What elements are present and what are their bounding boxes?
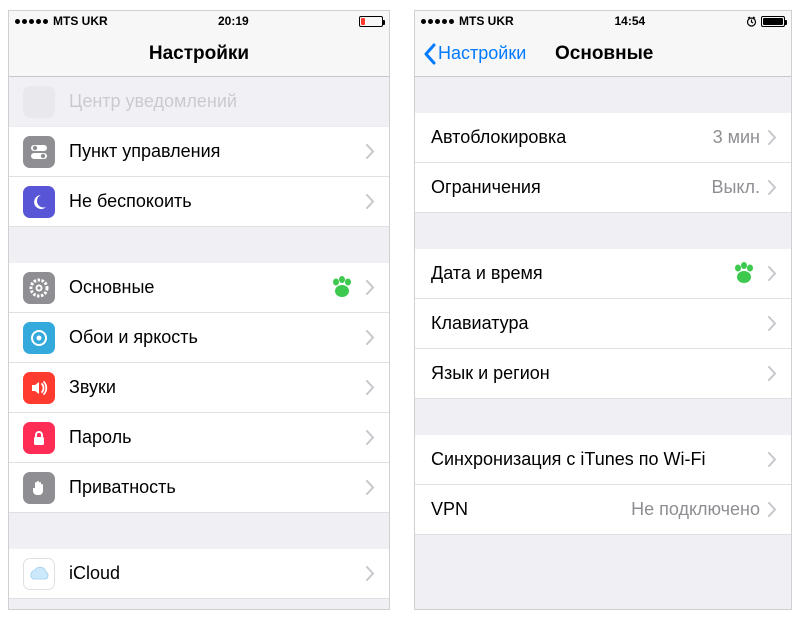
list-item-label: Автоблокировка [431,127,713,148]
carrier-label: MTS UKR [459,14,514,28]
list-item-label: Приватность [69,477,366,498]
chevron-right-icon [366,480,375,495]
chevron-right-icon [768,452,777,467]
paw-icon [328,274,356,302]
settings-list: Центр уведомлений Пункт управления Не бе… [9,77,389,609]
speaker-icon [23,372,55,404]
chevron-right-icon [366,566,375,581]
chevron-left-icon [423,43,436,65]
status-left: MTS UKR [421,14,514,28]
moon-icon [23,186,55,218]
list-item-sounds[interactable]: Звуки [9,363,389,413]
chevron-right-icon [366,430,375,445]
chevron-right-icon [768,502,777,517]
chevron-right-icon [768,130,777,145]
list-item-label: Ограничения [431,177,711,198]
status-left: MTS UKR [15,14,108,28]
list-item-label: Пароль [69,427,366,448]
list-item-privacy[interactable]: Приватность [9,463,389,513]
lock-icon [23,422,55,454]
list-item-label: Не беспокоить [69,191,366,212]
list-item-wallpaper[interactable]: Обои и яркость [9,313,389,363]
list-item-label: VPN [431,499,631,520]
list-item-label: Центр уведомлений [69,91,237,112]
list-item-restrictions[interactable]: Ограничения Выкл. [415,163,791,213]
chevron-right-icon [768,266,777,281]
phone-general: MTS UKR 14:54 Настройки Основные Автобло… [414,10,792,610]
chevron-right-icon [366,144,375,159]
alarm-icon [746,16,757,27]
list-item-label: Звуки [69,377,366,398]
chevron-right-icon [366,330,375,345]
hand-icon [23,472,55,504]
page-title: Настройки [9,43,389,65]
list-item-icloud[interactable]: iCloud [9,549,389,599]
list-item-language[interactable]: Язык и регион [415,349,791,399]
list-item-detail: Выкл. [711,177,760,198]
status-right [359,16,383,27]
list-item-datetime[interactable]: Дата и время [415,249,791,299]
list-item-label: Дата и время [431,263,730,284]
chevron-right-icon [366,194,375,209]
status-bar: MTS UKR 20:19 [9,11,389,31]
chevron-right-icon [768,366,777,381]
clock: 14:54 [614,14,645,28]
list-item-label: Клавиатура [431,313,768,334]
list-item-keyboard[interactable]: Клавиатура [415,299,791,349]
battery-icon [761,16,785,27]
back-label: Настройки [438,43,526,64]
nav-bar: Настройки [9,31,389,77]
list-item-label: Обои и яркость [69,327,366,348]
paw-icon [730,260,758,288]
signal-dots-icon [421,19,454,24]
signal-dots-icon [15,19,48,24]
battery-icon [359,16,383,27]
list-item-general[interactable]: Основные [9,263,389,313]
list-item-itunes-wifi[interactable]: Синхронизация с iTunes по Wi-Fi [415,435,791,485]
list-item-label: iCloud [69,563,366,584]
notifications-icon [23,86,55,118]
phone-settings: MTS UKR 20:19 Настройки Центр уведомлени… [8,10,390,610]
cloud-icon [23,558,55,590]
list-item-notifications[interactable]: Центр уведомлений [9,77,389,127]
list-item-detail: Не подключено [631,499,760,520]
status-bar: MTS UKR 14:54 [415,11,791,31]
list-item-passcode[interactable]: Пароль [9,413,389,463]
list-item-detail: 3 мин [713,127,760,148]
list-item-label: Основные [69,277,328,298]
list-item-vpn[interactable]: VPN Не подключено [415,485,791,535]
carrier-label: MTS UKR [53,14,108,28]
list-item-dnd[interactable]: Не беспокоить [9,177,389,227]
status-right [746,16,785,27]
chevron-right-icon [366,380,375,395]
chevron-right-icon [768,180,777,195]
chevron-right-icon [366,280,375,295]
page-title: Основные [555,43,653,65]
nav-bar: Настройки Основные [415,31,791,77]
control-center-icon [23,136,55,168]
list-item-label: Язык и регион [431,363,768,384]
back-button[interactable]: Настройки [423,43,526,65]
wallpaper-icon [23,322,55,354]
list-item-autolock[interactable]: Автоблокировка 3 мин [415,113,791,163]
list-item-control-center[interactable]: Пункт управления [9,127,389,177]
list-item-label: Пункт управления [69,141,366,162]
general-list: Автоблокировка 3 мин Ограничения Выкл. Д… [415,77,791,609]
gear-icon [23,272,55,304]
chevron-right-icon [768,316,777,331]
clock: 20:19 [218,14,249,28]
list-item-label: Синхронизация с iTunes по Wi-Fi [431,449,768,470]
